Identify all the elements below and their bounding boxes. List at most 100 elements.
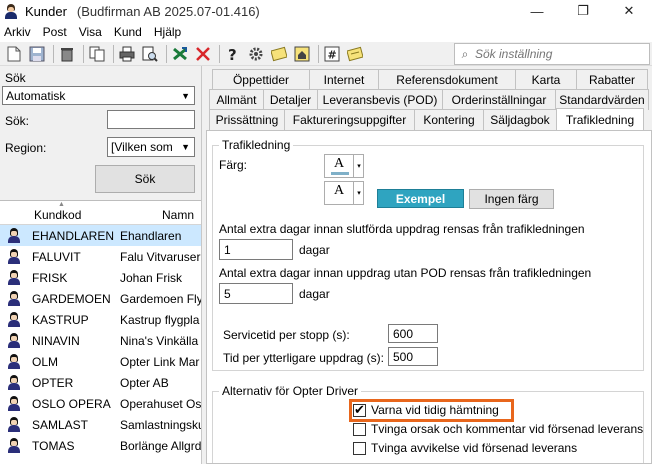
table-row[interactable]: GARDEMOEN Gardemoen Fly <box>0 288 201 309</box>
print-icon[interactable] <box>117 44 137 64</box>
menu-hjalp[interactable]: Hjälp <box>148 25 187 39</box>
font-color-icon: A <box>334 183 345 198</box>
chevron-down-icon[interactable]: ▾ <box>353 155 364 177</box>
color-example-preview: Exempel <box>377 189 464 208</box>
search-button[interactable]: Sök <box>95 165 195 193</box>
tab-saljdagbok[interactable]: Säljdagbok <box>483 109 557 130</box>
opter-driver-group-title: Alternativ för Opter Driver <box>219 384 362 398</box>
tab-leveransbevis[interactable]: Leveransbevis (POD) <box>317 89 443 110</box>
tab-orderinstallningar[interactable]: Orderinställningar <box>442 89 556 110</box>
search-text-input[interactable] <box>107 110 195 129</box>
close-button[interactable]: ✕ <box>606 0 652 22</box>
print-preview-icon[interactable] <box>140 44 160 64</box>
checkbox-force-reason-comment[interactable]: Tvinga orsak och kommentar vid försenad … <box>353 422 643 436</box>
table-row[interactable]: TOMAS Borlänge Allgrd <box>0 435 201 456</box>
days-unit-label: dagar <box>299 243 330 257</box>
region-label: Region: <box>5 141 47 155</box>
row-code: EHANDLAREN <box>32 229 115 243</box>
remove-x-icon[interactable] <box>193 44 213 64</box>
minimize-button[interactable]: — <box>514 0 560 22</box>
extra-days-done-input[interactable]: 1 <box>219 239 293 260</box>
svg-text:?: ? <box>228 46 237 62</box>
days-unit-label: dagar <box>299 287 330 301</box>
row-code: OLM <box>32 355 59 369</box>
extra-days-pod-input[interactable]: 5 <box>219 283 293 304</box>
tab-internet[interactable]: Internet <box>309 69 379 90</box>
menu-kund[interactable]: Kund <box>108 25 148 39</box>
maximize-button[interactable]: ❐ <box>560 0 606 22</box>
extra-time-input[interactable]: 500 <box>388 347 438 366</box>
tab-karta[interactable]: Karta <box>515 69 577 90</box>
chevron-down-icon[interactable]: ▾ <box>353 182 364 204</box>
customer-user-icon <box>7 228 21 243</box>
checkbox-unchecked[interactable] <box>353 441 366 455</box>
no-color-button[interactable]: Ingen färg <box>469 189 554 209</box>
tab-oppettider[interactable]: Öppettider <box>212 69 310 90</box>
column-namn[interactable]: Namn <box>162 208 194 222</box>
tab-trafikledning[interactable]: Trafikledning <box>556 108 644 130</box>
save-icon[interactable] <box>27 44 47 64</box>
menu-visa[interactable]: Visa <box>73 25 108 39</box>
table-row[interactable]: EHANDLAREN Ehandlaren <box>0 225 201 246</box>
settings-gear-icon[interactable] <box>246 44 266 64</box>
table-row[interactable]: KASTRUP Kastrup flygpla <box>0 309 201 330</box>
row-code: TOMAS <box>32 439 75 453</box>
table-row[interactable]: FALUVIT Falu Vitvaruser <box>0 246 201 267</box>
menu-arkiv[interactable]: Arkiv <box>0 25 37 39</box>
export-excel-icon[interactable] <box>170 44 190 64</box>
app-user-icon <box>3 3 19 19</box>
checkbox-unchecked[interactable] <box>353 422 366 436</box>
background-color-button[interactable]: A ▾ <box>324 181 364 205</box>
table-row[interactable]: NINAVIN Nina's Vinkälla <box>0 330 201 351</box>
tab-detaljer[interactable]: Detaljer <box>263 89 318 110</box>
customer-search-panel: Sök Automatisk ▼ Sök: Region: [Vilken so… <box>0 66 202 464</box>
tab-kontering[interactable]: Kontering <box>414 109 484 130</box>
sort-up-icon: ▲ <box>58 201 65 208</box>
tab-row-1: Öppettider Internet Referensdokument Kar… <box>212 69 648 90</box>
tab-referensdokument[interactable]: Referensdokument <box>378 69 516 90</box>
color-label: Färg: <box>219 158 248 172</box>
row-name: Samlastningsku <box>120 418 201 432</box>
trafikledning-group-title: Trafikledning <box>219 138 294 152</box>
customer-user-icon <box>7 438 21 453</box>
new-doc-icon[interactable] <box>4 44 24 64</box>
row-name: Falu Vitvaruser <box>120 250 201 264</box>
row-name: Borlänge Allgrd <box>120 439 201 453</box>
checkbox-force-deviation[interactable]: Tvinga avvikelse vid försenad leverans <box>353 441 577 455</box>
table-row[interactable]: FRISK Johan Frisk <box>0 267 201 288</box>
tab-faktureringsuppgifter[interactable]: Faktureringsuppgifter <box>284 109 415 130</box>
tab-prissattning[interactable]: Prissättning <box>209 109 285 130</box>
grid-header: ▲ Kundkod Namn <box>0 201 201 225</box>
menu-post[interactable]: Post <box>37 25 73 39</box>
settings-search-box[interactable]: ⌕ <box>454 43 650 65</box>
customer-grid: ▲ Kundkod Namn EHANDLAREN Ehandlaren FAL… <box>0 200 201 464</box>
region-select[interactable]: [Vilken som ▼ <box>107 137 195 157</box>
checkbox-checked[interactable] <box>353 402 366 418</box>
row-name: Opter Link Mar <box>120 355 200 369</box>
tab-allmant[interactable]: Allmänt <box>209 89 264 110</box>
table-row[interactable]: SAMLAST Samlastningsku <box>0 414 201 435</box>
toolbar: ? # ⌕ <box>0 42 652 66</box>
settings-search-input[interactable] <box>475 47 645 61</box>
column-kundkod[interactable]: Kundkod <box>34 208 81 222</box>
number-list-icon[interactable]: # <box>322 44 342 64</box>
note-icon[interactable] <box>269 44 289 64</box>
extra-days-done-label: Antal extra dagar innan slutförda uppdra… <box>219 222 585 236</box>
help-question-icon[interactable]: ? <box>223 44 243 64</box>
service-time-input[interactable]: 600 <box>388 324 438 343</box>
table-row[interactable]: OSLO OPERA Operahuset Os <box>0 393 201 414</box>
table-row[interactable]: OPTER Opter AB <box>0 372 201 393</box>
table-row[interactable]: OLM Opter Link Mar <box>0 351 201 372</box>
customer-user-icon <box>7 312 21 327</box>
customer-user-icon <box>7 291 21 306</box>
row-name: Nina's Vinkälla <box>120 334 199 348</box>
tab-rabatter[interactable]: Rabatter <box>576 69 648 90</box>
home-icon[interactable] <box>292 44 312 64</box>
search-mode-select[interactable]: Automatisk ▼ <box>2 86 195 105</box>
tab-standardvarden[interactable]: Standardvärden <box>555 89 649 110</box>
text-color-button[interactable]: A ▾ <box>324 154 364 178</box>
notes-icon[interactable] <box>345 44 365 64</box>
copy-icon[interactable] <box>87 44 107 64</box>
delete-trash-icon[interactable] <box>57 44 77 64</box>
checkbox-warn-early-pickup[interactable]: Varna vid tidig hämtning <box>353 402 499 418</box>
